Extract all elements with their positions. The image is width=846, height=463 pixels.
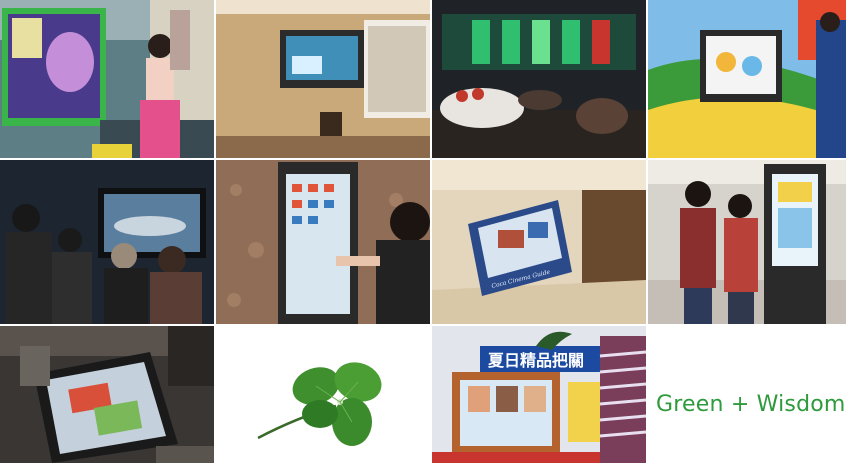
photo-car-display-crowd [0, 160, 214, 324]
slogan-text: Green + Wisdom [656, 392, 846, 417]
photo-wall-mounted-screen [216, 0, 430, 158]
photo-girl-at-touchscreen [0, 0, 214, 158]
photo-lounge-video-wall [432, 0, 646, 158]
clover-leaf-illustration [216, 326, 430, 463]
photo-shop-touch-display: 夏日精品把關 [432, 326, 646, 463]
slogan-panel: Green + Wisdom [648, 326, 846, 463]
photo-kids-wall-screen [648, 0, 846, 158]
photo-touch-kiosk-user [216, 160, 430, 324]
photo-mall-kiosk-users [648, 160, 846, 324]
poster-heading: 夏日精品把關 [487, 351, 584, 370]
photo-tabletop-cinema-kiosk: Coca Cinema Guide [432, 160, 646, 324]
photo-table-touchscreen [0, 326, 214, 463]
